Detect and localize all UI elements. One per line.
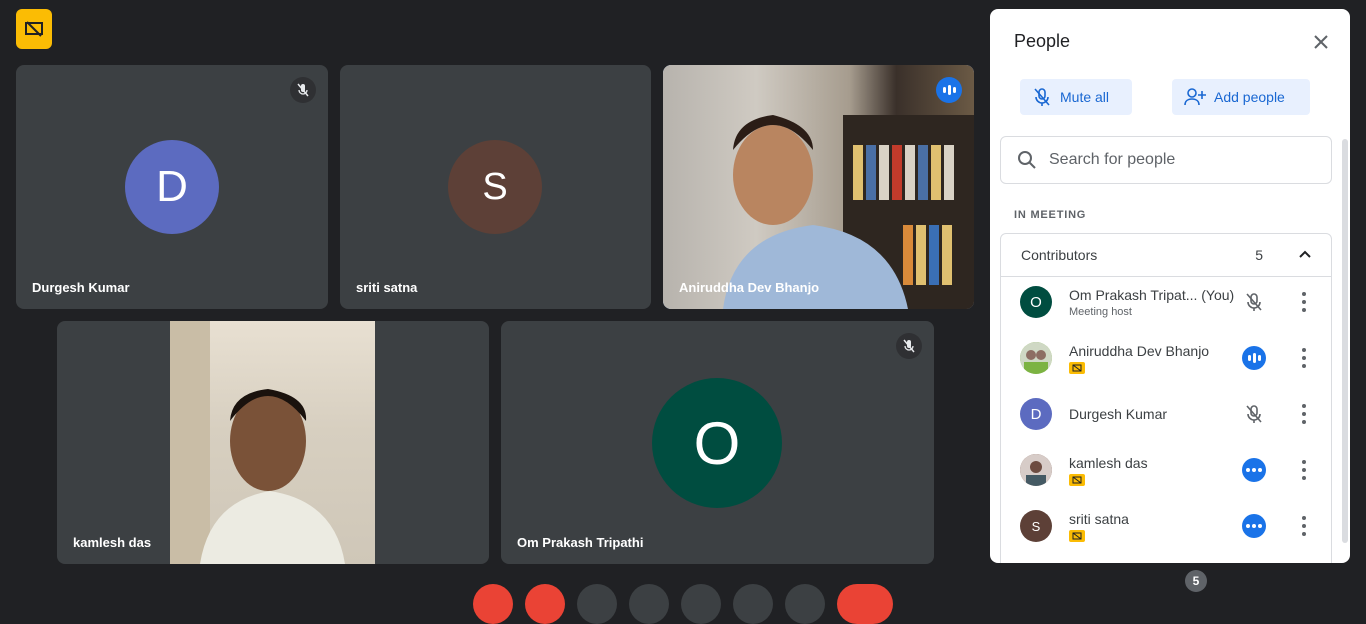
group-label: Contributors <box>1021 247 1098 263</box>
more-options-icon[interactable] <box>1301 348 1307 368</box>
participant-name: sriti satna <box>1069 511 1129 527</box>
presenting-tag-icon <box>1069 530 1085 542</box>
search-box <box>1000 136 1332 184</box>
emoji-button[interactable] <box>629 584 669 624</box>
panel-title: People <box>1014 31 1071 51</box>
presenting-tag-icon <box>1069 474 1085 486</box>
participant-name: kamlesh das <box>73 535 152 550</box>
captions-button[interactable] <box>577 584 617 624</box>
participant-name: Durgesh Kumar <box>1069 406 1168 422</box>
participant-name: Aniruddha Dev Bhanjo <box>679 280 820 295</box>
status-dots-icon <box>1242 458 1266 482</box>
search-icon <box>1018 151 1036 169</box>
mic-off-icon <box>1242 290 1266 314</box>
screen-share-off-icon <box>25 21 43 37</box>
avatar-durgesh: D <box>125 140 219 234</box>
participant-row[interactable]: S sriti satna <box>1001 498 1331 554</box>
participant-name: kamlesh das <box>1069 455 1148 471</box>
participant-role: Meeting host <box>1069 306 1132 318</box>
participant-row[interactable]: O Om Prakash Tripat... (You) Meeting hos… <box>1001 274 1331 330</box>
status-dots-icon <box>1242 514 1266 538</box>
section-label: IN MEETING <box>1014 209 1087 221</box>
participant-count-badge: 5 <box>1185 570 1207 592</box>
mic-off-icon <box>1034 88 1050 106</box>
participant-row[interactable]: Aniruddha Dev Bhanjo <box>1001 330 1331 386</box>
add-people-label: Add people <box>1214 89 1285 105</box>
participant-name: Om Prakash Tripathi <box>517 535 644 550</box>
video-tile-durgesh[interactable]: D Durgesh Kumar <box>16 65 328 309</box>
speaking-indicator-icon <box>936 77 962 103</box>
video-tile-kamlesh[interactable]: kamlesh das <box>57 321 489 564</box>
more-options-button[interactable] <box>785 584 825 624</box>
participant-avatar <box>1020 342 1052 374</box>
camera-toggle-button[interactable] <box>525 584 565 624</box>
mic-off-icon <box>290 77 316 103</box>
video-feed <box>170 321 375 564</box>
participant-avatar: D <box>1020 398 1052 430</box>
video-tile-aniruddha[interactable]: Aniruddha Dev Bhanjo <box>663 65 974 309</box>
more-options-icon[interactable] <box>1301 404 1307 424</box>
mute-all-label: Mute all <box>1060 89 1110 105</box>
participant-avatar: O <box>1020 286 1052 318</box>
close-panel-button[interactable] <box>1310 31 1332 53</box>
close-icon <box>1314 35 1328 49</box>
video-tile-omprakash[interactable]: O Om Prakash Tripathi <box>501 321 934 564</box>
participant-name: Om Prakash Tripat... (You) <box>1069 287 1235 303</box>
more-options-icon[interactable] <box>1301 516 1307 536</box>
participant-avatar: S <box>1020 510 1052 542</box>
chevron-up-icon[interactable] <box>1297 246 1313 265</box>
mic-off-icon <box>896 333 922 359</box>
add-people-button[interactable]: Add people <box>1172 79 1310 115</box>
people-panel: People Mute all Add people IN MEETING Co… <box>990 9 1350 563</box>
search-input[interactable] <box>1047 150 1311 170</box>
presenting-tag-icon <box>1069 362 1085 374</box>
participant-name: sriti satna <box>356 280 418 295</box>
raise-hand-button[interactable] <box>733 584 773 624</box>
end-call-button[interactable] <box>837 584 893 624</box>
panel-scrollbar[interactable] <box>1342 139 1348 543</box>
video-feed <box>663 65 974 309</box>
contributors-header[interactable]: Contributors 5 <box>1001 234 1331 277</box>
person-add-icon <box>1184 88 1206 106</box>
video-tile-sriti[interactable]: S sriti satna <box>340 65 651 309</box>
contributors-group: Contributors 5 O Om Prakash Tripat... (Y… <box>1000 233 1332 563</box>
mic-toggle-button[interactable] <box>473 584 513 624</box>
participant-avatar <box>1020 454 1052 486</box>
speaking-indicator-icon <box>1242 346 1266 370</box>
participant-name: Durgesh Kumar <box>32 280 130 295</box>
participant-name: Aniruddha Dev Bhanjo <box>1069 343 1210 359</box>
avatar-omprakash: O <box>652 378 782 508</box>
avatar-sriti: S <box>448 140 542 234</box>
participant-row[interactable]: kamlesh das <box>1001 442 1331 498</box>
present-button[interactable] <box>681 584 721 624</box>
more-options-icon[interactable] <box>1301 460 1307 480</box>
group-count: 5 <box>1255 247 1263 263</box>
mute-all-button[interactable]: Mute all <box>1020 79 1132 115</box>
presentation-off-badge[interactable] <box>16 9 52 49</box>
mic-off-icon <box>1242 402 1266 426</box>
participant-row[interactable]: D Durgesh Kumar <box>1001 386 1331 442</box>
more-options-icon[interactable] <box>1301 292 1307 312</box>
